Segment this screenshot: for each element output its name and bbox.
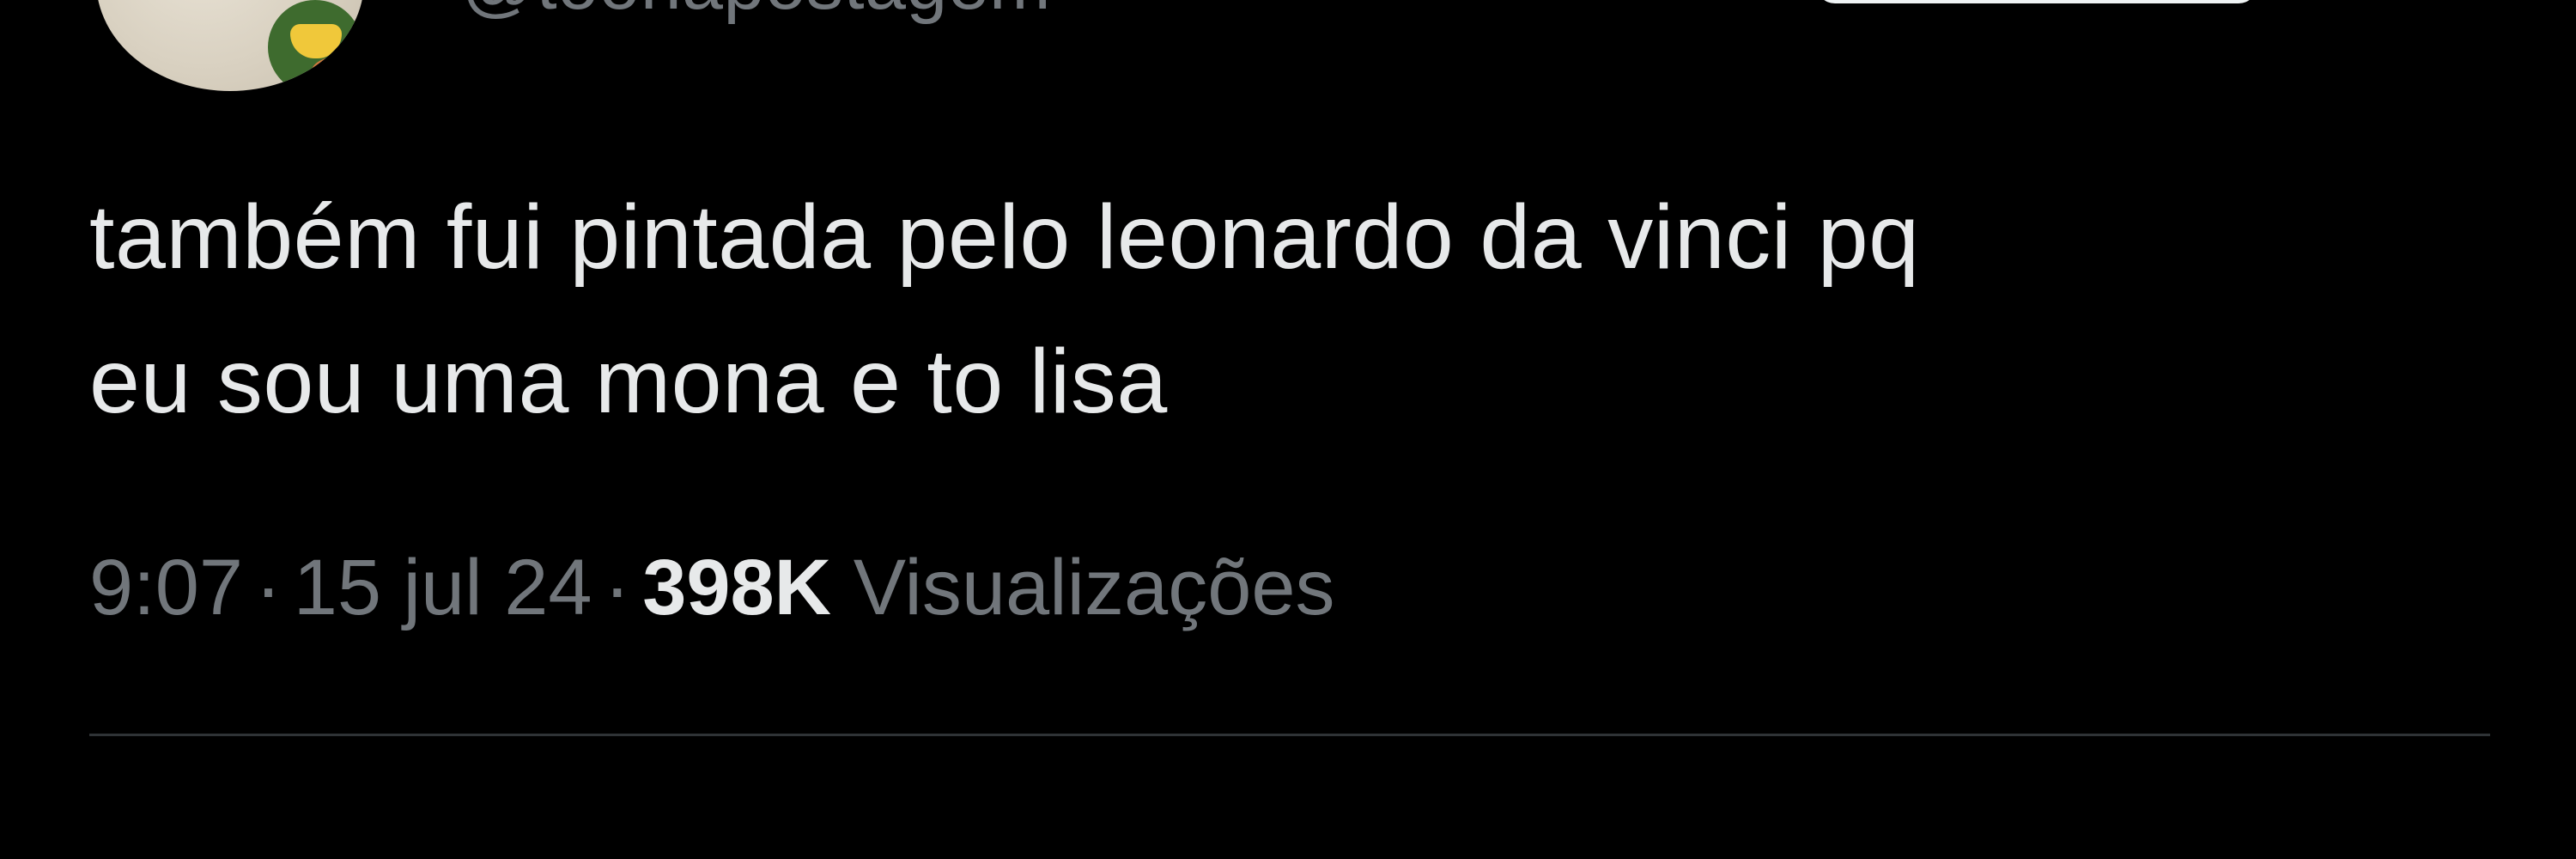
views-count[interactable]: 398K — [642, 544, 831, 631]
avatar-accent-shape — [311, 56, 364, 90]
tweet-text: também fui pintada pelo leonardo da vinc… — [89, 165, 2494, 454]
views-label[interactable]: Visualizações — [854, 544, 1335, 631]
meta-separator: · — [604, 544, 631, 631]
tweet-time[interactable]: 9:07 — [89, 544, 243, 631]
tweet-date[interactable]: 15 jul 24 — [294, 544, 592, 631]
follow-button[interactable] — [1816, 0, 2257, 3]
tweet-metadata: 9:07 · 15 jul 24 · 398K Visualizações — [89, 548, 1335, 627]
tweet-text-line: eu sou uma mona e to lisa — [89, 331, 1168, 432]
author-handle[interactable]: @toonapostagem — [461, 0, 1051, 21]
meta-separator: · — [255, 544, 282, 631]
tweet-text-line: também fui pintada pelo leonardo da vinc… — [89, 186, 1920, 288]
avatar[interactable] — [96, 0, 364, 91]
divider — [89, 734, 2490, 736]
tweet-detail-view: @toonapostagem também fui pintada pelo l… — [0, 0, 2576, 859]
